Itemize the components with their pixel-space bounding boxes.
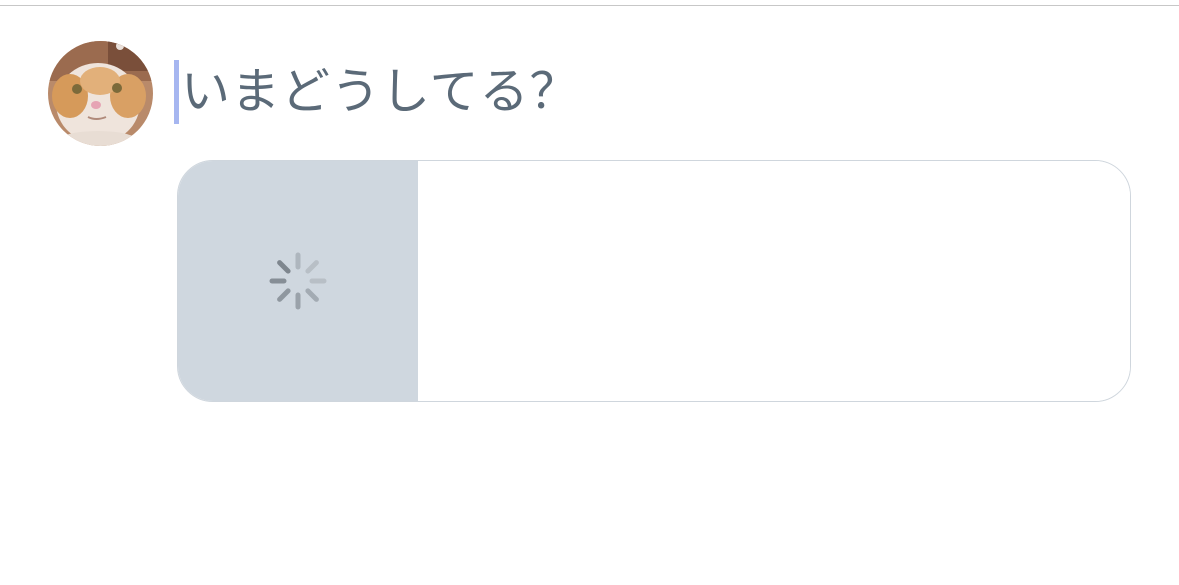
loading-spinner-icon — [269, 252, 327, 310]
link-preview-thumbnail — [178, 161, 418, 401]
top-divider — [0, 5, 1179, 6]
link-preview-body — [418, 161, 1130, 401]
text-caret — [174, 60, 179, 124]
composer-placeholder[interactable]: いまどうしてる？ — [181, 60, 580, 124]
user-avatar[interactable] — [48, 41, 153, 146]
tweet-composer[interactable]: いまどうしてる？ — [174, 58, 1124, 128]
link-preview-card[interactable] — [177, 160, 1131, 402]
cat-avatar-image — [48, 41, 153, 146]
